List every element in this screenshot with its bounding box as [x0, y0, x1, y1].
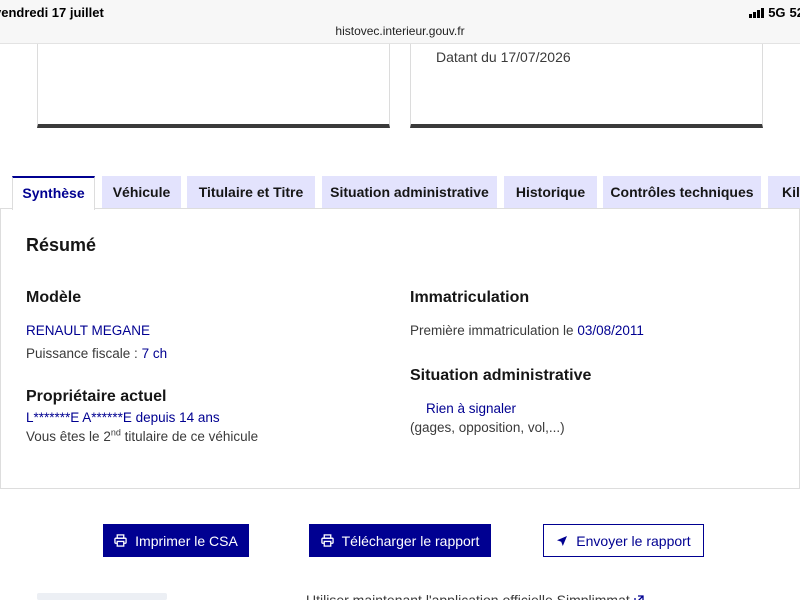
send-report-label: Envoyer le rapport [576, 532, 691, 549]
tab-titulaire-titre[interactable]: Titulaire et Titre [187, 176, 315, 209]
owner-since-label: depuis [131, 410, 180, 425]
section-title: Résumé [26, 235, 97, 255]
first-registration-label: Première immatriculation le [410, 323, 578, 338]
simplimmat-link-text: Utiliser maintenant l'application offici… [306, 592, 630, 600]
download-report-button[interactable]: Télécharger le rapport [309, 524, 491, 557]
owner-rank-suffix: titulaire de ce véhicule [120, 429, 259, 444]
address-bar-url[interactable]: histovec.interieur.gouv.fr [0, 24, 800, 38]
send-arrow-icon [557, 535, 568, 546]
tab-synthese[interactable]: Synthèse [12, 176, 95, 210]
tab-kilometrage[interactable]: Kilométrage [768, 176, 800, 209]
info-card-right: Datant du 17/07/2026 [410, 44, 763, 128]
tab-vehicule[interactable]: Véhicule [102, 176, 181, 209]
network-type: 5G [768, 5, 786, 20]
print-csa-button[interactable]: Imprimer le CSA [103, 524, 249, 557]
first-registration: Première immatriculation le 03/08/2011 [410, 323, 644, 338]
download-report-label: Télécharger le rapport [341, 532, 480, 549]
situation-details: (gages, opposition, vol,...) [410, 420, 565, 435]
modele-heading: Modèle [26, 289, 82, 306]
immatriculation-heading: Immatriculation [410, 289, 530, 306]
battery-level: 52 [789, 5, 800, 20]
simplimmat-link[interactable]: Utiliser maintenant l'application offici… [306, 592, 644, 600]
print-csa-label: Imprimer le CSA [135, 532, 238, 549]
tab-controles-techniques[interactable]: Contrôles techniques [603, 176, 761, 209]
signal-strength-icon [749, 7, 765, 18]
vehicle-model: RENAULT MEGANE [26, 323, 151, 338]
owner-rank-value: 2 [103, 429, 111, 444]
send-report-button[interactable]: Envoyer le rapport [543, 524, 704, 557]
owner-rank-sup: nd [110, 427, 121, 438]
report-date: Datant du 17/07/2026 [436, 49, 571, 65]
proprietaire-heading: Propriétaire actuel [26, 388, 167, 405]
status-date: vendredi 17 juillet [0, 5, 104, 20]
owner-name: L*******E A******E [26, 410, 132, 425]
info-card-left [37, 44, 390, 128]
tab-situation-administrative[interactable]: Situation administrative [322, 176, 497, 209]
app-preview-image [37, 593, 167, 600]
external-link-icon [634, 595, 644, 600]
situation-status: Rien à signaler [426, 401, 517, 416]
owner-rank: Vous êtes le 2nd titulaire de ce véhicul… [26, 427, 259, 444]
fiscal-power: Puissance fiscale : 7 ch [26, 346, 167, 361]
owner-since-value: 14 ans [179, 410, 220, 425]
printer-icon [114, 534, 127, 547]
owner-line: L*******E A******E depuis 14 ans [26, 410, 220, 425]
fiscal-power-label: Puissance fiscale : [26, 346, 142, 361]
owner-rank-prefix: Vous êtes le [26, 429, 104, 444]
fiscal-power-value: 7 ch [141, 346, 168, 361]
printer-icon [320, 534, 334, 547]
report-tabs: Synthèse Véhicule Titulaire et Titre Sit… [0, 176, 800, 210]
situation-heading: Situation administrative [410, 367, 592, 384]
status-indicators: 5G 52 [749, 5, 800, 20]
first-registration-date: 03/08/2011 [577, 323, 644, 338]
synthese-panel: Résumé Modèle RENAULT MEGANE Puissance f… [0, 208, 800, 489]
browser-status-bar: vendredi 17 juillet histovec.interieur.g… [0, 0, 800, 44]
tab-historique[interactable]: Historique [504, 176, 597, 209]
